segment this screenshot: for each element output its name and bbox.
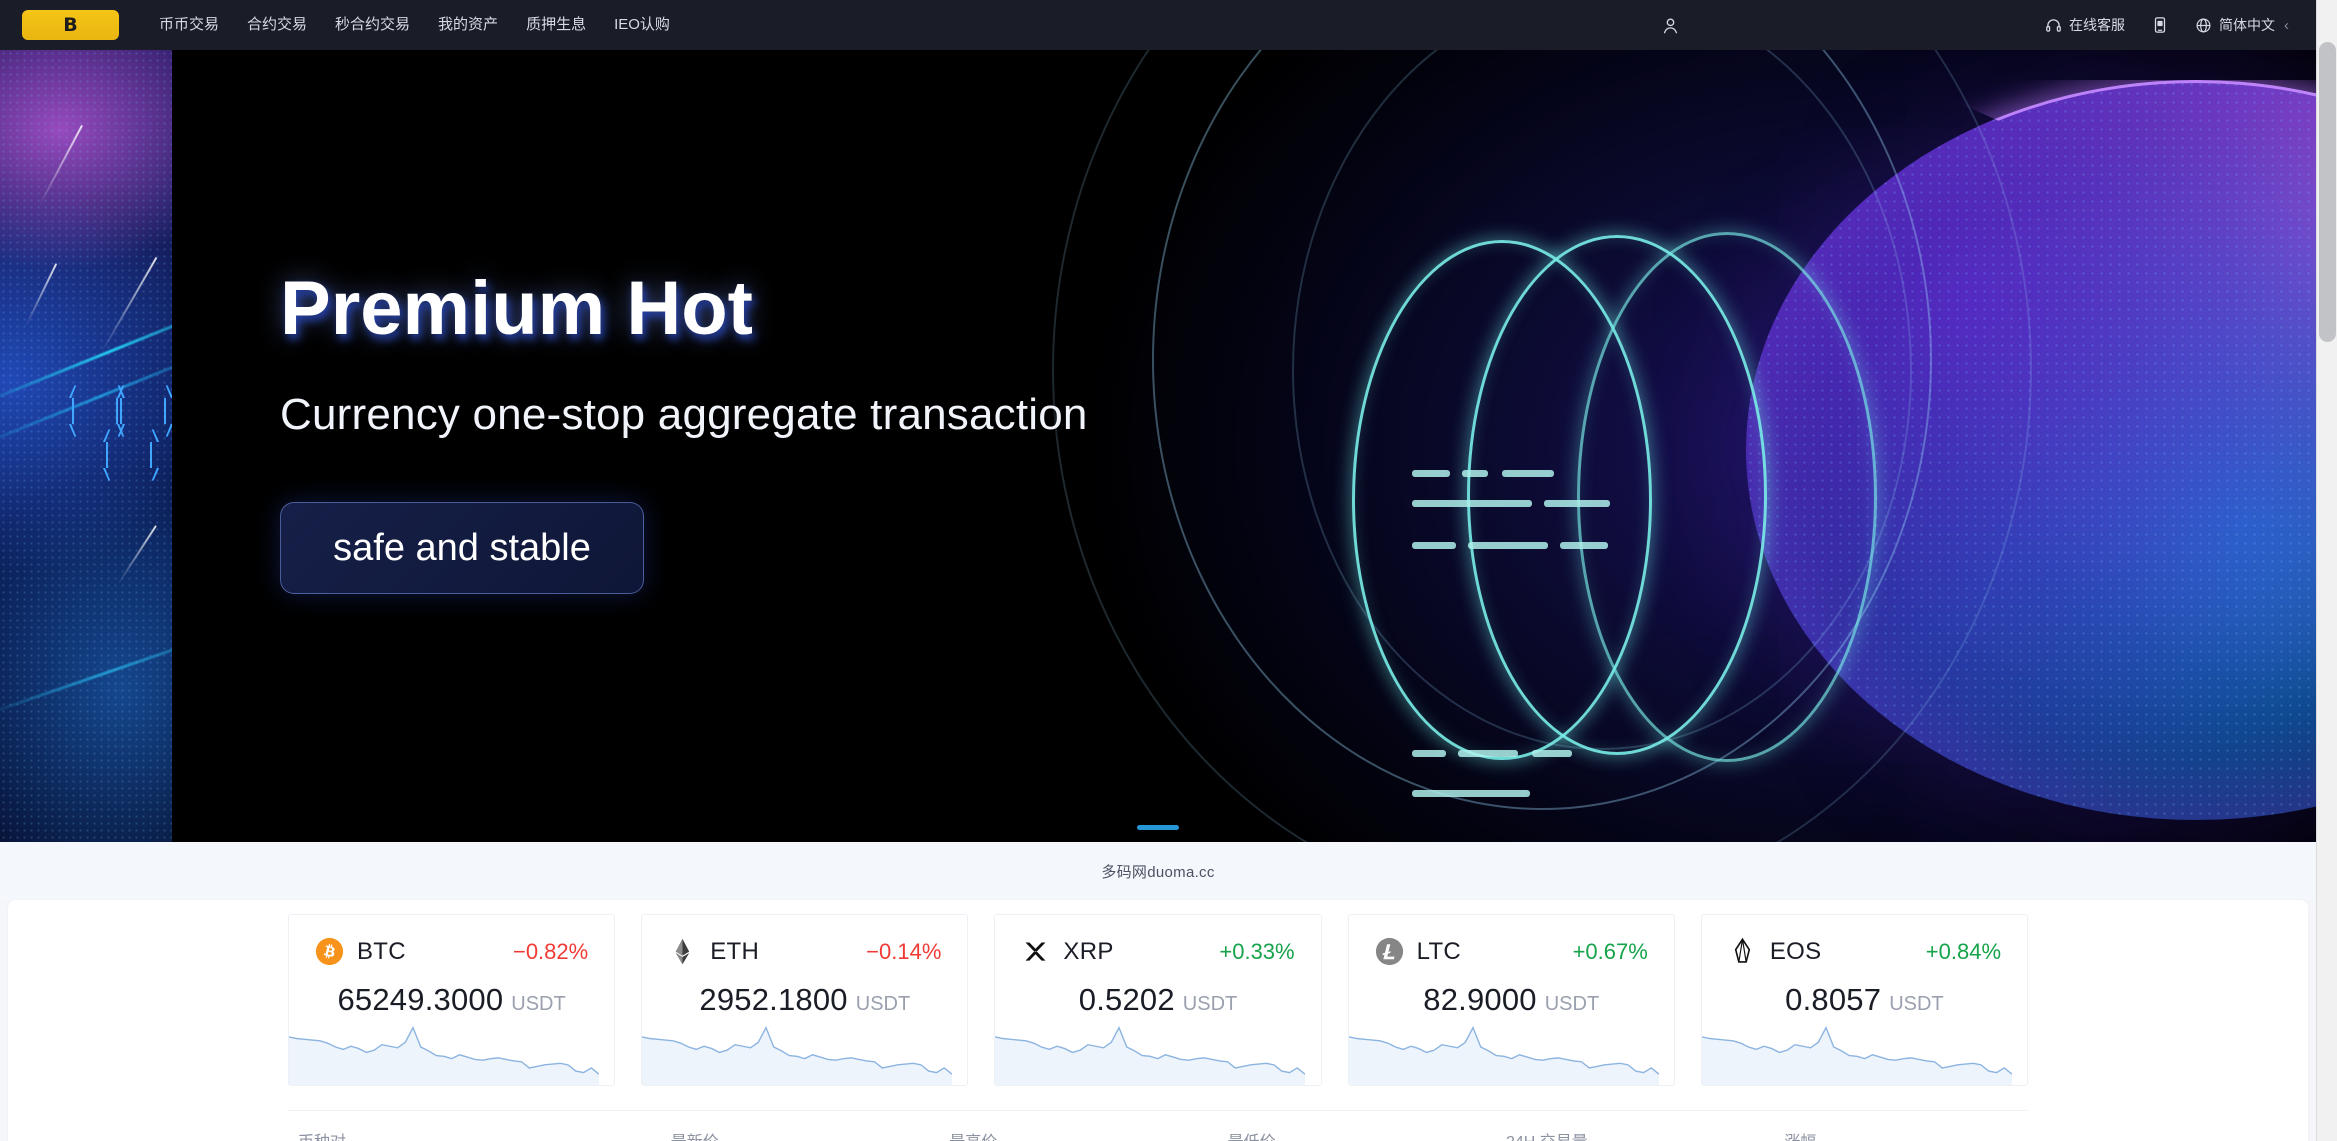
scroll-up-arrow[interactable]	[2317, 0, 2337, 21]
scrollbar-thumb[interactable]	[2319, 42, 2336, 342]
nav-my-assets[interactable]: 我的资产	[424, 0, 512, 50]
page-root: B 币币交易 合约交易 秒合约交易 我的资产 质押生息 IEO认购 在线客服 简…	[0, 0, 2337, 1141]
coin-price-row: 65249.3000 USDT	[315, 982, 588, 1018]
online-support-button[interactable]: 在线客服	[2032, 15, 2138, 35]
coin-change: −0.14%	[866, 938, 942, 964]
carousel-dot-1[interactable]	[1137, 825, 1179, 830]
coin-price: 0.8057	[1785, 982, 1882, 1017]
scroll-down-arrow[interactable]	[2317, 1120, 2337, 1141]
coin-change: −0.82%	[512, 938, 589, 964]
mobile-app-button[interactable]	[2138, 16, 2182, 34]
brand-logo[interactable]: B	[22, 10, 119, 40]
coin-price-unit: USDT	[511, 993, 566, 1015]
coin-change: +0.67%	[1572, 938, 1648, 964]
user-icon	[1663, 17, 1678, 33]
coin-price-row: 0.5202 USDT	[1021, 982, 1294, 1018]
coin-card-xrp[interactable]: XRP +0.33% 0.5202 USDT	[994, 914, 1322, 1086]
col-volume[interactable]: 24H 交易量	[1506, 1128, 1784, 1141]
hero-title: Premium Hot	[280, 266, 753, 351]
coin-price-row: 0.8057 USDT	[1728, 982, 2001, 1018]
coin-card-ltc[interactable]: LTC +0.67% 82.9000 USDT	[1347, 914, 1675, 1086]
site-watermark: 多码网duoma.cc	[1101, 863, 1215, 881]
coin-card-header: XRP +0.33%	[1021, 937, 1295, 966]
hero-subtitle: Currency one-stop aggregate transaction	[280, 390, 1088, 439]
coin-change: +0.84%	[1925, 938, 2002, 964]
coin-card-btc[interactable]: BTC −0.82% 65249.3000 USDT	[288, 914, 616, 1086]
nav-spot-trading[interactable]: 币币交易	[145, 0, 233, 50]
coin-price-unit: USDT	[855, 993, 911, 1015]
coin-card-header: BTC −0.82%	[315, 937, 588, 966]
coin-price-row: 82.9000 USDT	[1375, 982, 1648, 1018]
carousel-indicators	[0, 825, 2316, 830]
coin-card-eth[interactable]: ETH −0.14% 2952.1800 USDT	[641, 914, 969, 1086]
xrp-icon	[1025, 942, 1046, 961]
header-right-tools: 在线客服 简体中文 ‹	[1639, 0, 2316, 50]
mobile-app-icon	[2154, 17, 2166, 33]
user-account-button[interactable]	[1639, 16, 1702, 35]
coin-ticker-cards: BTC −0.82% 65249.3000 USDT ETH −0.14% 29…	[288, 914, 2029, 1086]
coin-price-unit: USDT	[1182, 993, 1238, 1015]
btc-icon	[315, 937, 344, 966]
coin-change: +0.33%	[1219, 938, 1295, 964]
language-selector[interactable]: 简体中文 ‹	[2182, 15, 2302, 35]
sparkline-chart	[1348, 1023, 1659, 1085]
nav-staking[interactable]: 质押生息	[512, 0, 600, 50]
nav-futures-trading[interactable]: 合约交易	[233, 0, 321, 50]
coin-symbol: BTC	[357, 937, 406, 965]
coin-price-row: 2952.1800 USDT	[668, 982, 941, 1018]
col-high-price[interactable]: 最高价	[949, 1128, 1227, 1141]
coin-price-unit: USDT	[1544, 993, 1600, 1015]
market-overview-section: BTC −0.82% 65249.3000 USDT ETH −0.14% 29…	[8, 900, 2308, 1141]
coin-symbol: EOS	[1769, 937, 1822, 965]
coin-price: 0.5202	[1078, 982, 1175, 1017]
col-low-price[interactable]: 最低价	[1228, 1128, 1506, 1141]
hero-left-artwork	[0, 50, 172, 842]
main-navigation: 币币交易 合约交易 秒合约交易 我的资产 质押生息 IEO认购	[145, 0, 684, 50]
coin-symbol: LTC	[1416, 937, 1462, 965]
coin-card-header: LTC +0.67%	[1375, 937, 1648, 966]
browser-viewport: B 币币交易 合约交易 秒合约交易 我的资产 质押生息 IEO认购 在线客服 简…	[0, 0, 2316, 1141]
globe-icon	[2196, 18, 2211, 32]
vertical-scrollbar[interactable]	[2316, 0, 2337, 1141]
chevron-left-icon[interactable]: ‹	[2282, 17, 2289, 34]
coin-price: 65249.3000	[337, 982, 504, 1017]
coin-symbol: ETH	[710, 937, 760, 965]
col-last-price[interactable]: 最新价	[671, 1128, 949, 1141]
ltc-icon	[1375, 937, 1403, 966]
nav-seconds-contract[interactable]: 秒合约交易	[321, 0, 424, 50]
coin-symbol: XRP	[1063, 937, 1114, 965]
nav-ieo[interactable]: IEO认购	[600, 0, 684, 50]
sparkline-chart	[289, 1023, 599, 1085]
col-change[interactable]: 涨幅	[1784, 1128, 2028, 1141]
headset-icon	[2046, 18, 2061, 32]
logo-wrapper[interactable]: B	[22, 10, 119, 40]
coin-card-header: EOS +0.84%	[1728, 937, 2001, 966]
site-header: B 币币交易 合约交易 秒合约交易 我的资产 质押生息 IEO认购 在线客服 简…	[0, 0, 2316, 50]
sparkline-chart	[995, 1023, 1306, 1085]
hero-banner-carousel[interactable]: Premium Hot Currency one-stop aggregate …	[0, 50, 2316, 842]
coin-price: 82.9000	[1423, 982, 1537, 1017]
language-label: 简体中文	[2219, 17, 2275, 33]
market-table-header: 币种对 最新价 最高价 最低价 24H 交易量 涨幅	[288, 1110, 2028, 1141]
coin-card-header: ETH −0.14%	[668, 937, 941, 966]
hero-cta-button[interactable]: safe and stable	[280, 502, 644, 594]
sparkline-chart	[642, 1023, 953, 1085]
eos-icon	[1734, 937, 1750, 963]
watermark-strip: 多码网duoma.cc	[0, 842, 2316, 900]
coin-price-unit: USDT	[1889, 993, 1944, 1015]
online-support-label: 在线客服	[2069, 17, 2125, 33]
sparkline-chart	[1701, 1023, 2012, 1085]
coin-price: 2952.1800	[699, 982, 848, 1017]
coin-card-eos[interactable]: EOS +0.84% 0.8057 USDT	[1700, 914, 2029, 1086]
hero-content: Premium Hot Currency one-stop aggregate …	[280, 265, 1088, 594]
eth-icon	[675, 938, 690, 965]
col-pair[interactable]: 币种对	[288, 1128, 671, 1141]
